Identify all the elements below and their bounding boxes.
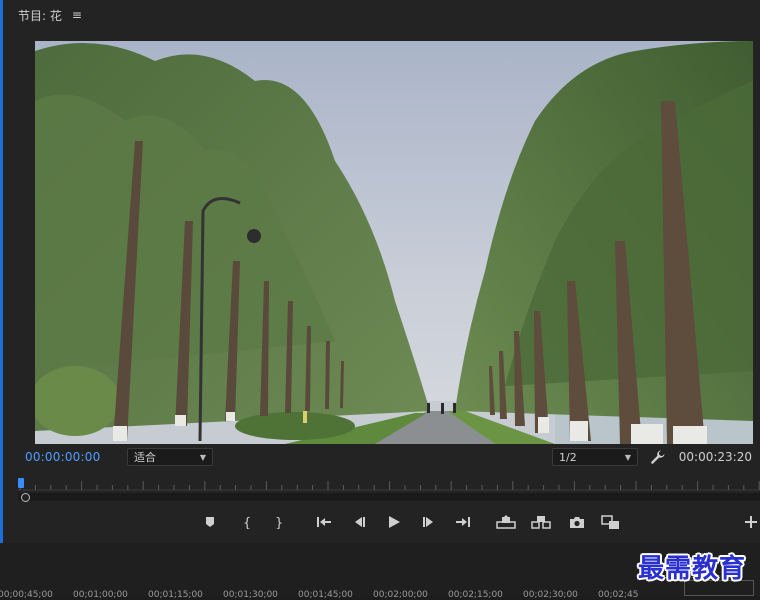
transport-controls: { } xyxy=(0,512,760,532)
playhead-timecode[interactable]: 00:00:00:00 xyxy=(25,450,100,464)
step-forward-icon xyxy=(423,517,433,527)
play-icon xyxy=(389,516,400,528)
playhead-marker[interactable] xyxy=(18,478,24,488)
timeline-time-label: 00;02;00;00 xyxy=(373,590,428,600)
go-to-in-icon xyxy=(317,517,331,527)
time-ruler[interactable] xyxy=(18,477,760,491)
timeline-time-label: 00;02;30;00 xyxy=(523,590,578,600)
hamburger-menu-icon[interactable]: ≡ xyxy=(72,8,82,22)
timeline-time-label: 00;02;15;00 xyxy=(448,590,503,600)
zoom-scroll-bar[interactable] xyxy=(18,493,760,501)
compare-view-icon xyxy=(601,514,619,529)
svg-text:}: } xyxy=(275,516,283,529)
mark-in-button[interactable]: { xyxy=(236,512,258,532)
extract-icon xyxy=(531,516,551,529)
mark-in-icon: { xyxy=(243,516,251,529)
playback-resolution-select[interactable]: 1/2 ▼ xyxy=(552,448,638,466)
timeline-time-label: 00;01;30;00 xyxy=(223,590,278,600)
add-marker-icon xyxy=(206,517,214,527)
mark-out-button[interactable]: } xyxy=(268,512,290,532)
wrench-icon[interactable] xyxy=(650,449,666,465)
video-preview[interactable] xyxy=(35,41,753,444)
button-editor-add[interactable] xyxy=(740,512,760,532)
add-marker-button[interactable] xyxy=(199,512,221,532)
zoom-level-select[interactable]: 适合 ▼ xyxy=(127,448,213,466)
timeline-time-label: 00;01;45;00 xyxy=(298,590,353,600)
duration-timecode: 00:00:23:20 xyxy=(678,450,752,464)
lift-button[interactable] xyxy=(495,512,517,532)
panel-header: 节目: 花 ≡ xyxy=(18,6,82,24)
extract-button[interactable] xyxy=(530,512,552,532)
step-back-icon xyxy=(355,517,365,527)
step-back-button[interactable] xyxy=(348,512,370,532)
go-to-out-icon xyxy=(456,517,470,527)
chevron-down-icon: ▼ xyxy=(199,452,206,462)
step-forward-button[interactable] xyxy=(418,512,440,532)
video-frame-image xyxy=(35,41,753,444)
chevron-down-icon: ▼ xyxy=(624,452,631,462)
program-monitor-panel: 节目: 花 ≡ 00:00:00:00 适合 ▼ 1/2 ▼ 00:00:23:… xyxy=(0,0,760,543)
plus-icon xyxy=(745,516,757,528)
scroll-bar-handle[interactable] xyxy=(21,493,30,502)
timeline-time-label: 00;00;45;00 xyxy=(0,590,53,600)
svg-text:{: { xyxy=(243,516,251,529)
lift-icon xyxy=(496,515,516,529)
mark-out-icon: } xyxy=(275,516,283,529)
camera-icon xyxy=(570,516,584,528)
watermark-logo: 最需教育 xyxy=(638,554,747,584)
timeline-time-label: 00;02;45 xyxy=(598,590,639,600)
go-to-out-button[interactable] xyxy=(452,512,474,532)
play-button[interactable] xyxy=(383,512,405,532)
panel-title[interactable]: 节目: 花 xyxy=(18,7,62,24)
compare-view-button[interactable] xyxy=(600,512,622,532)
timeline-time-label: 00;01;00;00 xyxy=(73,590,128,600)
monitor-controls-row: 00:00:00:00 适合 ▼ 1/2 ▼ 00:00:23:20 xyxy=(0,447,760,469)
export-frame-button[interactable] xyxy=(566,512,588,532)
zoom-level-value: 适合 xyxy=(134,451,156,464)
playback-resolution-value: 1/2 xyxy=(559,450,577,464)
timeline-time-label: 00;01;15;00 xyxy=(148,590,203,600)
go-to-in-button[interactable] xyxy=(313,512,335,532)
